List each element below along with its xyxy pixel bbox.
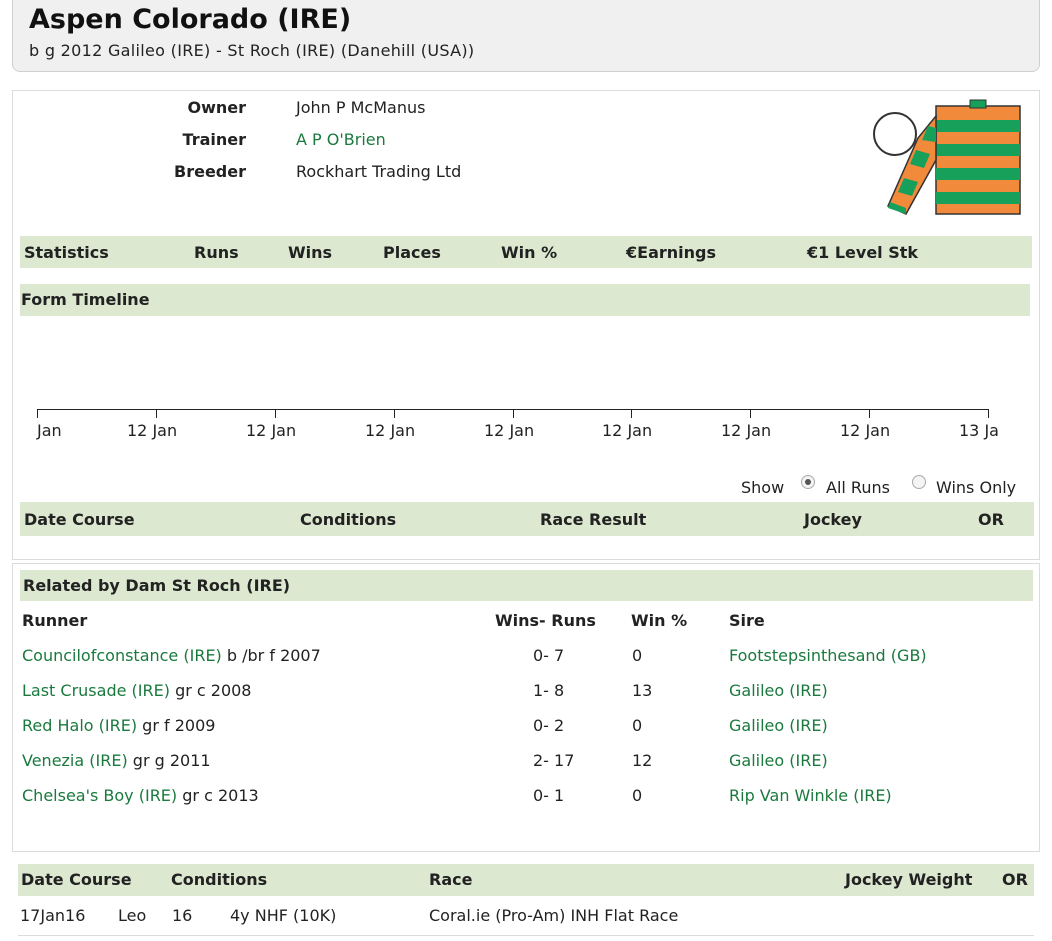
timeline-label: 13 Ja: [959, 421, 999, 440]
timeline-label: Jan: [37, 421, 62, 440]
runner-cell: Red Halo (IRE) gr f 2009: [22, 716, 215, 735]
col-wins-runs: Wins- Runs: [495, 611, 596, 630]
col-race-result: Race Result: [540, 510, 647, 529]
col-entry-race: Race: [429, 870, 473, 889]
wins-runs-value: 0- 2: [533, 716, 565, 735]
sire-link[interactable]: Galileo (IRE): [729, 681, 828, 700]
col-conditions: Conditions: [300, 510, 397, 529]
runner-cell: Venezia (IRE) gr g 2011: [22, 751, 211, 770]
runner-link[interactable]: Red Halo (IRE): [22, 716, 137, 735]
runner-desc: gr c 2008: [175, 681, 252, 700]
runner-link[interactable]: Last Crusade (IRE): [22, 681, 170, 700]
timeline-label: 12 Jan: [365, 421, 416, 440]
runner-cell: Last Crusade (IRE) gr c 2008: [22, 681, 251, 700]
entries-header: Date Course Conditions Race Jockey Weigh…: [18, 864, 1034, 896]
win-pct-value: 13: [632, 681, 653, 700]
col-entry-jockey-weight: Jockey Weight: [845, 870, 973, 889]
entry-course: Leo: [118, 906, 147, 925]
col-runner: Runner: [22, 611, 88, 630]
entry-distance: 16: [172, 906, 193, 925]
results-header: Date Course Conditions Race Result Jocke…: [20, 502, 1034, 536]
entries-divider: [18, 935, 1034, 936]
col-related-win-pct: Win %: [631, 611, 688, 630]
runner-desc: gr c 2013: [182, 786, 259, 805]
runner-link[interactable]: Chelsea's Boy (IRE): [22, 786, 177, 805]
timeline-label: 12 Jan: [602, 421, 653, 440]
sire-link[interactable]: Rip Van Winkle (IRE): [729, 786, 892, 805]
wins-only-label[interactable]: Wins Only: [936, 478, 1016, 497]
related-header: Related by Dam St Roch (IRE): [20, 570, 1033, 601]
sire-link[interactable]: Footstepsinthesand (GB): [729, 646, 927, 665]
timeline-labels: Jan 12 Jan 12 Jan 12 Jan 12 Jan 12 Jan 1…: [0, 0, 1004, 445]
related-row: Chelsea's Boy (IRE) gr c 2013 0- 1 0 Rip…: [22, 786, 1022, 808]
col-entry-or: OR: [1002, 870, 1028, 889]
entry-conditions: 4y NHF (10K): [230, 906, 337, 925]
show-label: Show: [741, 478, 785, 497]
runner-desc: b /br f 2007: [226, 646, 321, 665]
related-by-dam-panel: [12, 563, 1040, 852]
win-pct-value: 12: [632, 751, 653, 770]
col-jockey: Jockey: [804, 510, 862, 529]
win-pct-value: 0: [632, 646, 643, 665]
wins-runs-value: 0- 7: [533, 646, 565, 665]
entry-race: Coral.ie (Pro-Am) INH Flat Race: [429, 906, 679, 925]
col-sire: Sire: [729, 611, 765, 630]
related-column-headers: Runner Wins- Runs Win % Sire: [22, 611, 1022, 633]
timeline-label: 12 Jan: [127, 421, 178, 440]
sire-link[interactable]: Galileo (IRE): [729, 716, 828, 735]
related-row: Councilofconstance (IRE) b /br f 2007 0-…: [22, 646, 1022, 668]
col-or: OR: [978, 510, 1004, 529]
related-row: Red Halo (IRE) gr f 2009 0- 2 0 Galileo …: [22, 716, 1022, 738]
entry-date: 17Jan16: [20, 906, 86, 925]
runner-link[interactable]: Councilofconstance (IRE): [22, 646, 222, 665]
entry-row[interactable]: 17Jan16 Leo 16 4y NHF (10K) Coral.ie (Pr…: [20, 906, 1020, 928]
all-runs-label[interactable]: All Runs: [826, 478, 890, 497]
runner-cell: Councilofconstance (IRE) b /br f 2007: [22, 646, 321, 665]
timeline-label: 12 Jan: [721, 421, 772, 440]
timeline-label: 12 Jan: [484, 421, 535, 440]
win-pct-value: 0: [632, 786, 643, 805]
wins-runs-value: 2- 17: [533, 751, 575, 770]
sire-link[interactable]: Galileo (IRE): [729, 751, 828, 770]
related-title: Related by Dam St Roch (IRE): [23, 576, 291, 595]
related-row: Last Crusade (IRE) gr c 2008 1- 8 13 Gal…: [22, 681, 1022, 703]
win-pct-value: 0: [632, 716, 643, 735]
related-row: Venezia (IRE) gr g 2011 2- 17 12 Galileo…: [22, 751, 1022, 773]
wins-runs-value: 1- 8: [533, 681, 565, 700]
timeline-label: 12 Jan: [840, 421, 891, 440]
all-runs-radio[interactable]: [801, 475, 815, 489]
wins-runs-value: 0- 1: [533, 786, 565, 805]
col-entry-conditions: Conditions: [171, 870, 268, 889]
runner-cell: Chelsea's Boy (IRE) gr c 2013: [22, 786, 259, 805]
runner-link[interactable]: Venezia (IRE): [22, 751, 128, 770]
wins-only-radio[interactable]: [912, 475, 926, 489]
col-date-course: Date Course: [24, 510, 135, 529]
runner-desc: gr f 2009: [142, 716, 216, 735]
col-entry-date-course: Date Course: [21, 870, 132, 889]
runner-desc: gr g 2011: [132, 751, 211, 770]
timeline-label: 12 Jan: [246, 421, 297, 440]
